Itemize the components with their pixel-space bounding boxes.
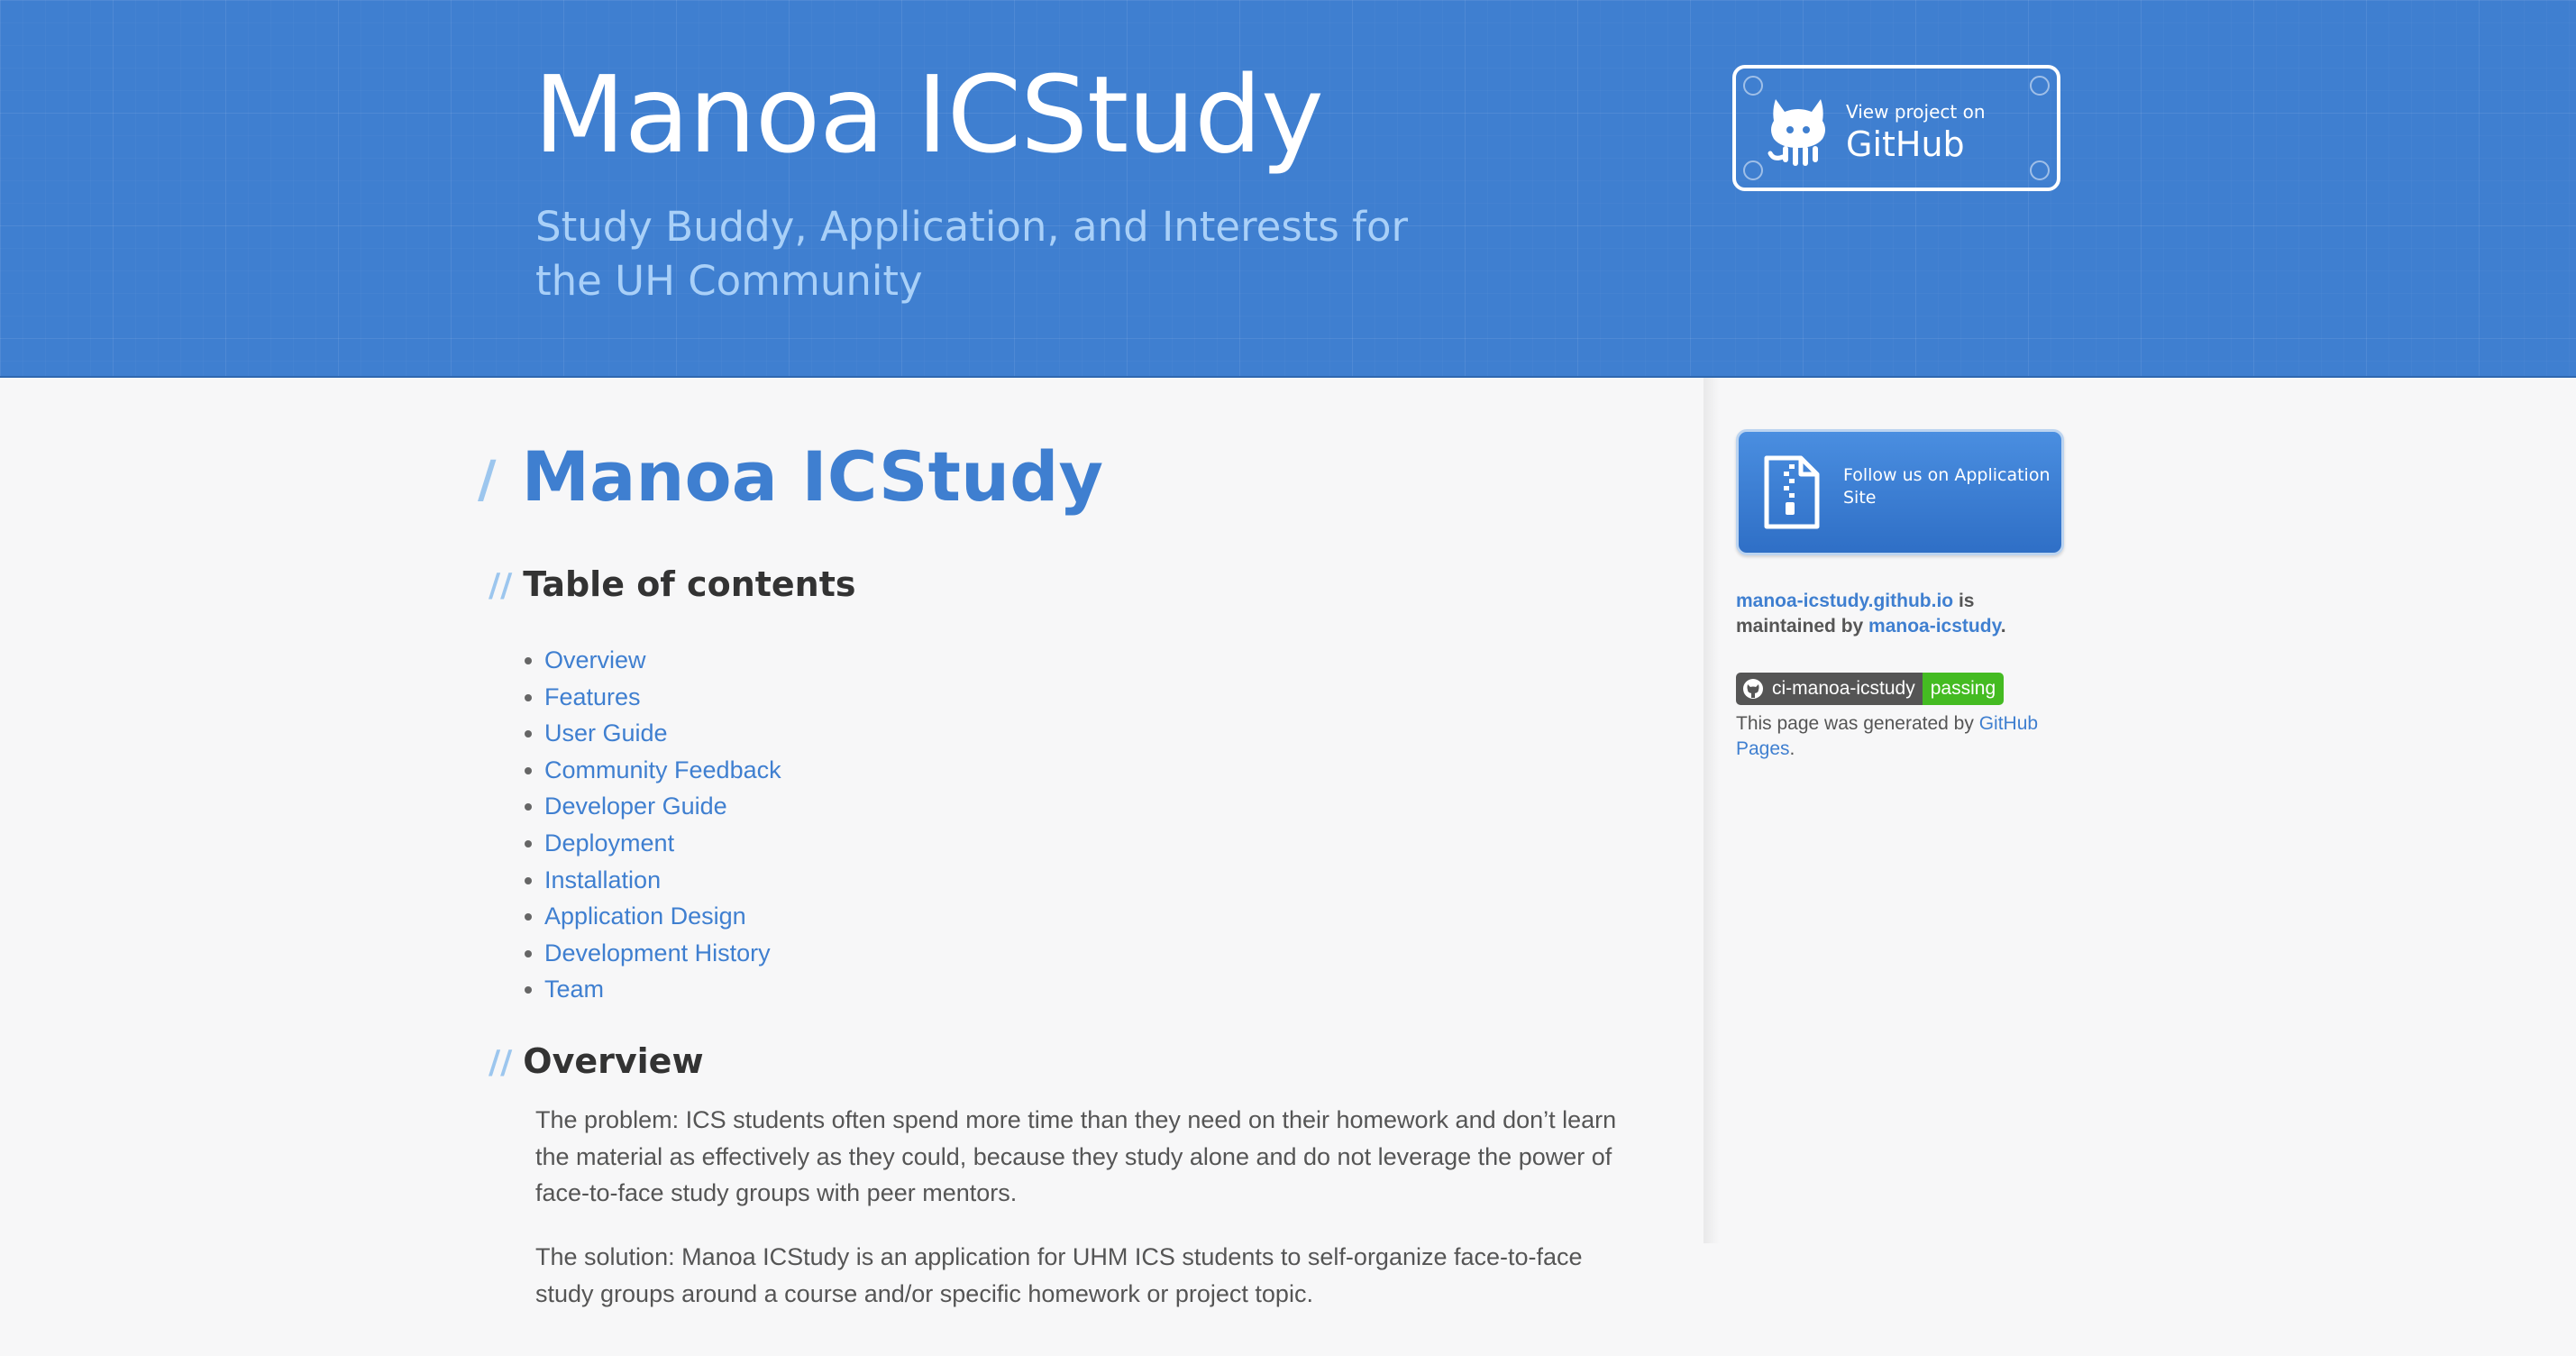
generated-suffix: .: [1789, 738, 1795, 759]
toc-link-development-history[interactable]: Development History: [525, 935, 781, 972]
toc-link-features[interactable]: Features: [525, 679, 781, 716]
site-title[interactable]: Manoa ICStudy: [534, 52, 1324, 177]
maintainer-link[interactable]: manoa-icstudy: [1868, 616, 2001, 637]
github-icon: [1743, 679, 1763, 699]
toc-link-deployment[interactable]: Deployment: [525, 825, 781, 862]
toc-link-user-guide[interactable]: User Guide: [525, 715, 781, 752]
site-header: Manoa ICStudy Study Buddy, Application, …: [0, 0, 2576, 378]
corner-decoration: [1743, 76, 1763, 96]
file-zip-icon: [1764, 455, 1820, 529]
site-link[interactable]: manoa-icstudy.github.io: [1736, 591, 1953, 611]
heading-slash-decoration: //: [489, 567, 513, 604]
badge-left: ci-manoa-icstudy: [1736, 673, 1923, 705]
heading-slash-decoration: /: [478, 451, 497, 509]
overview-solution-paragraph: The solution: Manoa ICStudy is an applic…: [535, 1243, 1583, 1307]
app-button-label: Follow us on Application Site: [1843, 465, 2051, 508]
toc-link-application-design[interactable]: Application Design: [525, 898, 781, 935]
generated-by-text: This page was generated by GitHub Pages.: [1736, 711, 2069, 762]
overview-problem-paragraph: The problem: ICS students often spend mo…: [535, 1106, 1617, 1206]
github-button-big-label: GitHub: [1846, 124, 1965, 164]
follow-application-site-button[interactable]: Follow us on Application Site: [1736, 429, 2064, 555]
site-tagline: Study Buddy, Application, and Interests …: [535, 203, 1409, 305]
maintainer-info: manoa-icstudy.github.io is maintained by …: [1736, 589, 2069, 639]
overview-heading: // Overview: [489, 1041, 704, 1081]
heading-slash-decoration: //: [489, 1044, 513, 1081]
maintained-is-text: is: [1958, 591, 1975, 611]
ci-status-badge[interactable]: ci-manoa-icstudy passing: [1736, 673, 2005, 705]
maintainer-dot: .: [2000, 616, 2006, 637]
corner-decoration: [2030, 160, 2050, 180]
toc-link-overview[interactable]: Overview: [525, 642, 781, 679]
toc-heading-text: Table of contents: [523, 564, 856, 604]
toc-heading: // Table of contents: [489, 564, 856, 604]
generated-prefix: This page was generated by: [1736, 713, 1974, 734]
overview-heading-text: Overview: [523, 1041, 704, 1081]
page-title: / Manoa ICStudy: [478, 436, 1103, 517]
toc-link-community-feedback[interactable]: Community Feedback: [525, 752, 781, 789]
github-button-small-label: View project on: [1846, 101, 1986, 123]
toc-link-installation[interactable]: Installation: [525, 862, 781, 899]
toc-link-team[interactable]: Team: [525, 971, 781, 1008]
badge-left-label: ci-manoa-icstudy: [1772, 678, 1915, 699]
corner-decoration: [1743, 160, 1763, 180]
corner-decoration: [2030, 76, 2050, 96]
octocat-icon: [1768, 99, 1825, 166]
sidebar-divider: [1704, 378, 1720, 1243]
toc-link-developer-guide[interactable]: Developer Guide: [525, 788, 781, 825]
badge-status: passing: [1922, 673, 2005, 705]
view-on-github-button[interactable]: View project on GitHub: [1732, 65, 2060, 191]
table-of-contents: Overview Features User Guide Community F…: [525, 642, 781, 1008]
page-title-text: Manoa ICStudy: [521, 436, 1104, 517]
maintained-by-text: maintained by: [1736, 616, 1864, 637]
